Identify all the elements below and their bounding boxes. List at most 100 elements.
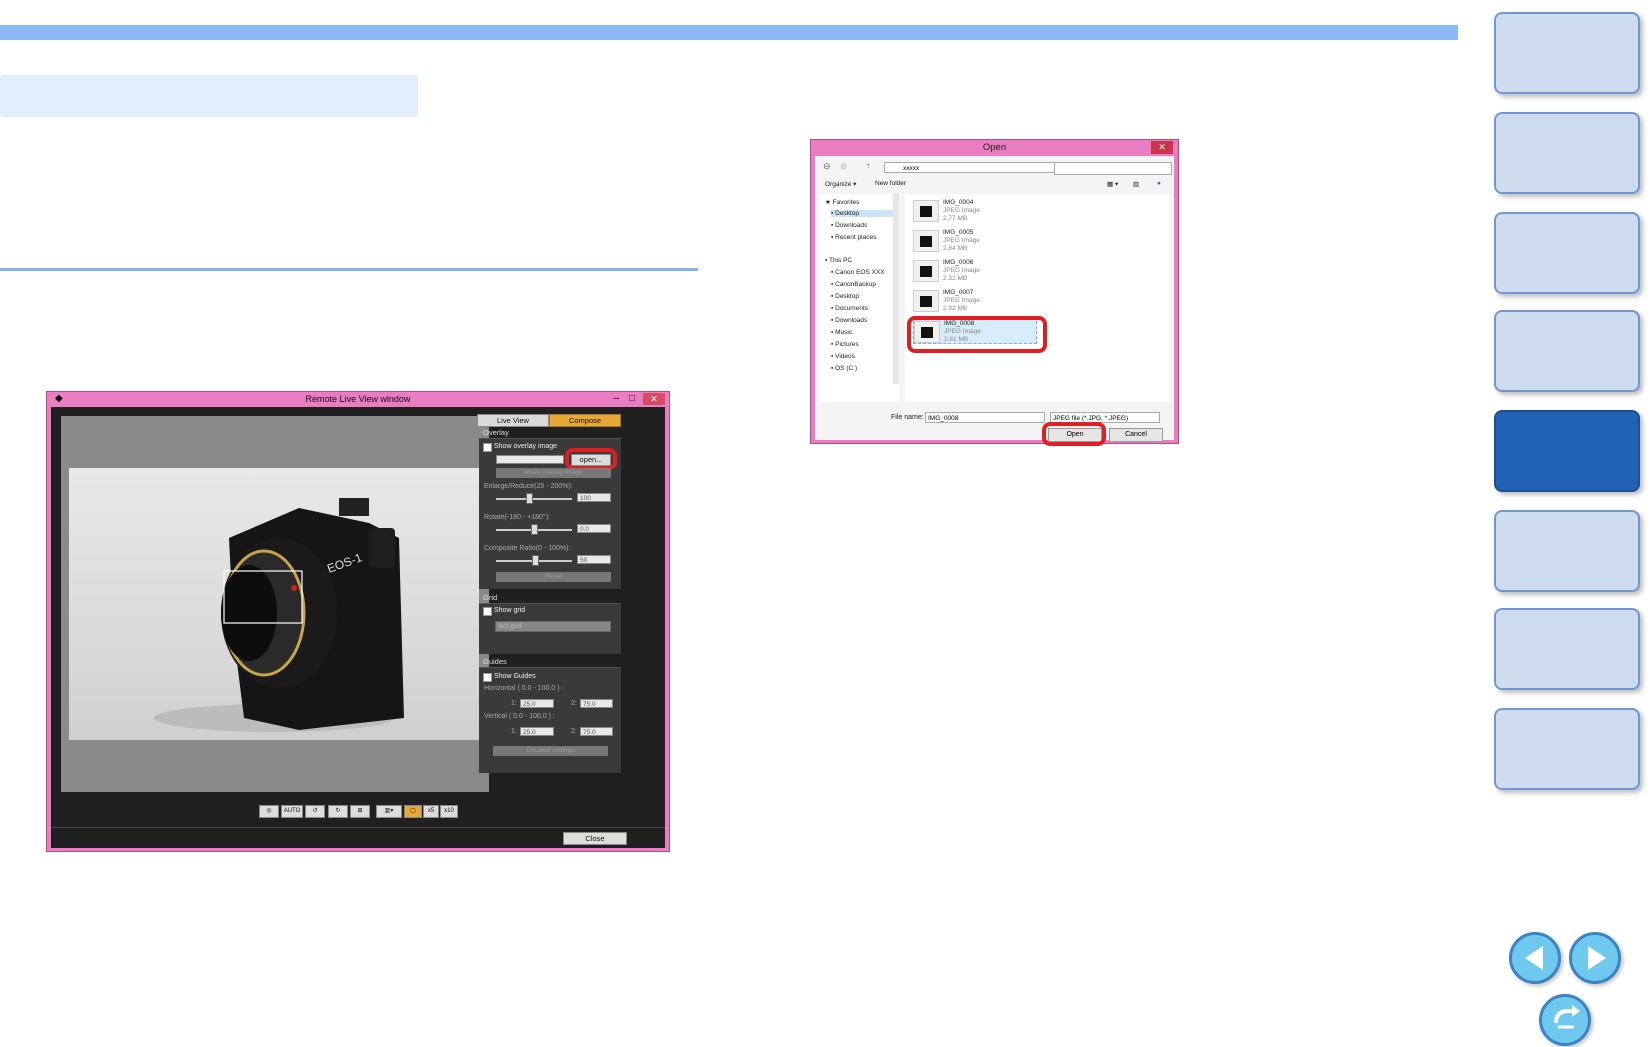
up-arrow-icon[interactable]: ↑	[866, 161, 870, 170]
rotate-label: Rotate(-180 - +180°):	[484, 514, 551, 521]
detailed-settings-button[interactable]: Detailed settings	[493, 746, 608, 756]
nav-desktop[interactable]: ▪ Desktop	[831, 210, 897, 217]
camera-thumbnail-icon	[913, 230, 939, 252]
grid-header: Grid	[483, 593, 498, 602]
vertical-2-input[interactable]: 75.0	[580, 727, 613, 736]
forward-icon[interactable]: ⊕	[840, 161, 848, 172]
window-title: Remote Live View window	[305, 394, 411, 404]
composite-ratio-handle[interactable]	[532, 555, 539, 566]
chapter-tab-2[interactable]	[1494, 112, 1640, 194]
list-item[interactable]: IMG_0005 JPEG Image 2.84 MB	[913, 226, 1037, 254]
overlay-file-field[interactable]	[496, 455, 564, 464]
window-close-button[interactable]: ✕	[643, 393, 665, 405]
composite-ratio-input[interactable]: 50	[577, 555, 611, 564]
new-folder-button[interactable]: New folder	[875, 180, 906, 187]
back-icon[interactable]: ⊖	[823, 161, 831, 172]
return-page-button[interactable]	[1539, 994, 1591, 1046]
file-list: IMG_0004 JPEG Image 2.77 MB IMG_0005 JPE…	[905, 194, 1169, 402]
focus-mode-button[interactable]: ◎	[259, 805, 279, 818]
list-item[interactable]: IMG_0004 JPEG Image 2.77 MB	[913, 196, 1037, 224]
list-item[interactable]: IMG_0007 JPEG Image 2.92 MB	[913, 286, 1037, 314]
app-icon: ◆	[55, 393, 63, 404]
enlarge-slider-handle[interactable]	[526, 493, 533, 504]
nav-music[interactable]: ▪ Music	[831, 329, 852, 336]
favorites-item[interactable]: ★ Favorites	[825, 198, 859, 206]
return-arrow-icon	[1554, 1005, 1580, 1029]
camera-thumbnail-icon	[913, 200, 939, 222]
grid-type-select[interactable]: 3x3 grid	[495, 621, 611, 632]
vertical-1-input[interactable]: 25.0	[520, 727, 554, 736]
live-view-preview: EOS-1	[61, 416, 489, 792]
rotate-value-input[interactable]: 0.0	[577, 524, 611, 533]
nav-downloads[interactable]: ▪ Downloads	[831, 222, 867, 229]
nav-os-drive[interactable]: ▪ OS (C:)	[831, 365, 857, 372]
address-bar[interactable]: xxxxx	[884, 162, 1069, 173]
nav-downloads-2[interactable]: ▪ Downloads	[831, 317, 867, 324]
zoom-x5-button[interactable]: x5	[423, 805, 439, 818]
zoom-x10-button[interactable]: x10	[440, 805, 458, 818]
tab-compose[interactable]: Compose	[549, 414, 621, 427]
chapter-tab-5-active[interactable]	[1494, 410, 1640, 492]
close-button[interactable]: Close	[563, 832, 627, 845]
list-item[interactable]: IMG_0006 JPEG Image 2.32 MB	[913, 256, 1037, 284]
horizontal-2-label: 2:	[571, 700, 577, 707]
chapter-tab-1[interactable]	[1494, 12, 1640, 94]
view-options-icon[interactable]: ▦ ▾	[1107, 180, 1118, 188]
aspect-button[interactable]: ⊞	[350, 805, 370, 818]
preview-pane-icon[interactable]: ▥	[1133, 180, 1139, 188]
remote-live-view-window: Remote Live View window ◆ – □ ✕ EOS-1 ◎ …	[46, 391, 670, 852]
show-guides-checkbox[interactable]	[483, 673, 492, 682]
zoom-fit-button[interactable]: ▢	[404, 805, 422, 818]
maximize-button[interactable]: □	[629, 392, 635, 406]
enlarge-value-input[interactable]: 100	[577, 493, 611, 502]
tab-live-view[interactable]: Live View	[477, 414, 549, 427]
reset-button[interactable]: Reset	[496, 572, 611, 582]
vertical-label: Vertical ( 0.0 - 100.0 ) :	[484, 713, 555, 720]
horizontal-1-label: 1:	[511, 700, 517, 707]
arrow-right-icon	[1588, 946, 1606, 970]
chapter-tab-3[interactable]	[1494, 212, 1640, 294]
chapter-tab-4[interactable]	[1494, 310, 1640, 392]
rotate-slider-handle[interactable]	[531, 524, 538, 535]
horizontal-2-input[interactable]: 75.0	[580, 699, 613, 708]
show-grid-checkbox[interactable]	[483, 607, 492, 616]
enlarge-slider[interactable]	[496, 498, 572, 500]
horizontal-label: Horizontal ( 0.0 - 100.0 ) :	[484, 685, 564, 692]
camera-photo: EOS-1	[69, 468, 479, 740]
help-icon[interactable]: ●	[1157, 180, 1161, 187]
rotate-right-button[interactable]: ↻	[328, 805, 348, 818]
nav-recent-places[interactable]: ▪ Recent places	[831, 234, 876, 241]
rotate-left-button[interactable]: ↺	[305, 805, 325, 818]
horizontal-1-input[interactable]: 25.0	[520, 699, 554, 708]
move-overlay-button[interactable]: Move overlay image	[496, 468, 611, 478]
organize-button[interactable]: Organize ▾	[825, 180, 856, 188]
nav-videos[interactable]: ▪ Videos	[831, 353, 855, 360]
chapter-tab-8[interactable]	[1494, 708, 1640, 790]
search-box[interactable]	[1054, 162, 1172, 175]
guides-section	[479, 667, 621, 773]
auto-focus-button[interactable]: AUTO	[281, 805, 303, 818]
chapter-tab-6[interactable]	[1494, 510, 1640, 592]
highlight-open-button	[565, 448, 617, 470]
dialog-close-button[interactable]: ✕	[1151, 141, 1173, 154]
cancel-button[interactable]: Cancel	[1109, 428, 1163, 442]
highlight-selected-file	[907, 316, 1047, 353]
show-overlay-checkbox[interactable]	[483, 443, 492, 452]
chapter-tab-7[interactable]	[1494, 608, 1640, 690]
dialog-body: ⊖ ⊕ ↑ xxxxx Organize ▾ New folder ▦ ▾ ▥ …	[815, 156, 1174, 446]
nav-scrollbar[interactable]	[893, 194, 899, 384]
show-grid-label: Show grid	[494, 607, 526, 614]
previous-page-button[interactable]	[1509, 932, 1561, 984]
nav-pictures[interactable]: ▪ Pictures	[831, 341, 859, 348]
view-layout-button[interactable]: ▥▾	[376, 805, 402, 818]
nav-documents[interactable]: ▪ Documents	[831, 305, 868, 312]
nav-this-pc[interactable]: ▪ This PC	[825, 257, 852, 264]
next-page-button[interactable]	[1569, 932, 1621, 984]
nav-desktop-2[interactable]: ▪ Desktop	[831, 293, 859, 300]
file-name-input[interactable]: IMG_0008	[925, 412, 1045, 423]
minimize-button[interactable]: –	[613, 392, 619, 406]
nav-canon-eos[interactable]: ▪ Canon EOS XXX	[831, 269, 885, 276]
nav-canon-backup[interactable]: ▪ CanonBackup	[831, 281, 876, 288]
arrow-left-icon	[1525, 946, 1543, 970]
open-file-dialog: Open ✕ ⊖ ⊕ ↑ xxxxx Organize ▾ New folder…	[810, 139, 1179, 446]
